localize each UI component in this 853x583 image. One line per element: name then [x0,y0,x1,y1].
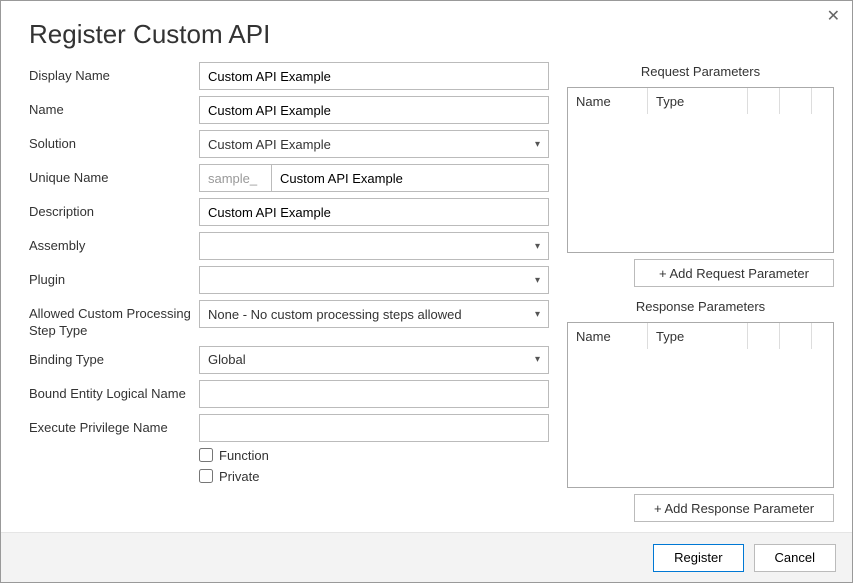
binding-type-combo[interactable]: Global ▾ [199,346,549,374]
chevron-down-icon: ▾ [535,275,540,286]
request-parameters-grid: Name Type [567,87,834,253]
solution-combo[interactable]: Custom API Example ▾ [199,130,549,158]
register-button[interactable]: Register [653,544,743,572]
bound-entity-label: Bound Entity Logical Name [29,380,199,403]
request-col-spacer2 [780,88,812,114]
function-checkbox-label: Function [219,448,269,463]
allowed-step-type-combo[interactable]: None - No custom processing steps allowe… [199,300,549,328]
response-grid-body [568,349,833,487]
unique-name-label: Unique Name [29,164,199,187]
private-checkbox[interactable] [199,469,213,483]
request-col-type: Type [648,88,748,114]
response-col-spacer2 [780,323,812,349]
close-icon[interactable]: ✕ [827,9,840,25]
binding-type-value: Global [208,352,246,367]
response-col-type: Type [648,323,748,349]
solution-combo-value: Custom API Example [208,137,331,152]
plugin-combo[interactable]: ▾ [199,266,549,294]
execute-privilege-input[interactable] [199,414,549,442]
response-grid-header: Name Type [568,323,833,349]
chevron-down-icon: ▾ [535,309,540,320]
display-name-input[interactable] [199,62,549,90]
unique-name-input[interactable] [271,164,549,192]
description-input[interactable] [199,198,549,226]
request-col-spacer1 [748,88,780,114]
assembly-combo[interactable]: ▾ [199,232,549,260]
chevron-down-icon: ▾ [535,354,540,365]
form-column: Display Name Name Solution Custom API Ex… [29,62,549,532]
response-col-spacer1 [748,323,780,349]
description-label: Description [29,198,199,221]
request-grid-body [568,114,833,252]
plugin-label: Plugin [29,266,199,289]
bound-entity-input[interactable] [199,380,549,408]
dialog-body: Display Name Name Solution Custom API Ex… [1,62,852,532]
solution-label: Solution [29,130,199,153]
name-input[interactable] [199,96,549,124]
dialog-footer: Register Cancel [1,532,852,582]
response-parameters-title: Response Parameters [567,299,834,314]
function-checkbox[interactable] [199,448,213,462]
request-parameters-title: Request Parameters [567,64,834,79]
request-col-name: Name [568,88,648,114]
unique-name-prefix: sample_ [199,164,271,192]
assembly-label: Assembly [29,232,199,255]
binding-type-label: Binding Type [29,346,199,369]
private-checkbox-label: Private [219,469,259,484]
response-parameters-grid: Name Type [567,322,834,488]
allowed-step-type-label: Allowed Custom Processing Step Type [29,300,199,340]
response-col-name: Name [568,323,648,349]
add-request-parameter-button[interactable]: + Add Request Parameter [634,259,834,287]
request-grid-header: Name Type [568,88,833,114]
add-response-parameter-button[interactable]: + Add Response Parameter [634,494,834,522]
chevron-down-icon: ▾ [535,139,540,150]
chevron-down-icon: ▾ [535,241,540,252]
display-name-label: Display Name [29,62,199,85]
cancel-button[interactable]: Cancel [754,544,836,572]
register-custom-api-dialog: ✕ Register Custom API Display Name Name … [0,0,853,583]
dialog-title: Register Custom API [1,1,852,62]
name-label: Name [29,96,199,119]
execute-privilege-label: Execute Privilege Name [29,414,199,437]
parameters-column: Request Parameters Name Type + Add Reque… [567,62,834,532]
allowed-step-type-value: None - No custom processing steps allowe… [208,307,462,322]
